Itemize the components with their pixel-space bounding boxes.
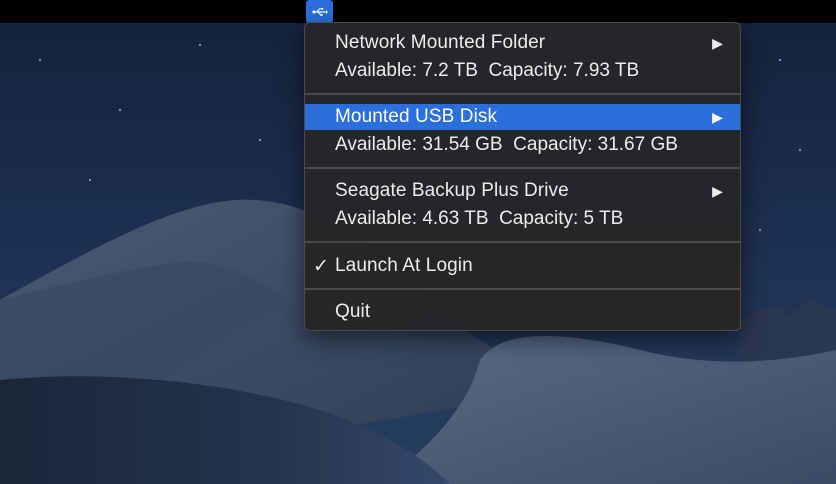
menu-item-label: Network Mounted Folder [335,32,546,53]
menu-item-seagate-backup-plus-drive[interactable]: Seagate Backup Plus Drive ▶ [305,178,740,204]
submenu-arrow-icon: ▶ [712,108,723,125]
usb-icon [311,7,328,16]
menu-separator [305,167,740,169]
menu-item-detail: Available: 31.54 GB Capacity: 31.67 GB [335,134,678,155]
submenu-arrow-icon: ▶ [712,34,723,51]
submenu-arrow-icon: ▶ [712,182,723,199]
menu-item-mounted-usb-disk[interactable]: Mounted USB Disk ▶ [305,104,740,130]
status-menu: Network Mounted Folder ▶ Available: 7.2 … [304,22,741,331]
checkmark-icon: ✓ [313,255,330,277]
menu-item-label: Mounted USB Disk [335,106,498,127]
menu-item-label: Quit [335,301,371,322]
menu-item-quit[interactable]: Quit [305,299,740,325]
menu-item-launch-at-login[interactable]: ✓ Launch At Login [305,253,740,279]
menu-item-network-mounted-folder[interactable]: Network Mounted Folder ▶ [305,30,740,56]
menu-item-label: Seagate Backup Plus Drive [335,180,569,201]
usb-status-item[interactable] [306,0,333,23]
menu-item-detail: Available: 7.2 TB Capacity: 7.93 TB [335,60,640,81]
menu-item-detail: Available: 4.63 TB Capacity: 5 TB [335,208,624,229]
menu-item-label: Launch At Login [335,255,473,276]
menu-bar [0,0,836,23]
menu-separator [305,288,740,290]
menu-separator [305,241,740,243]
menu-separator [305,93,740,95]
